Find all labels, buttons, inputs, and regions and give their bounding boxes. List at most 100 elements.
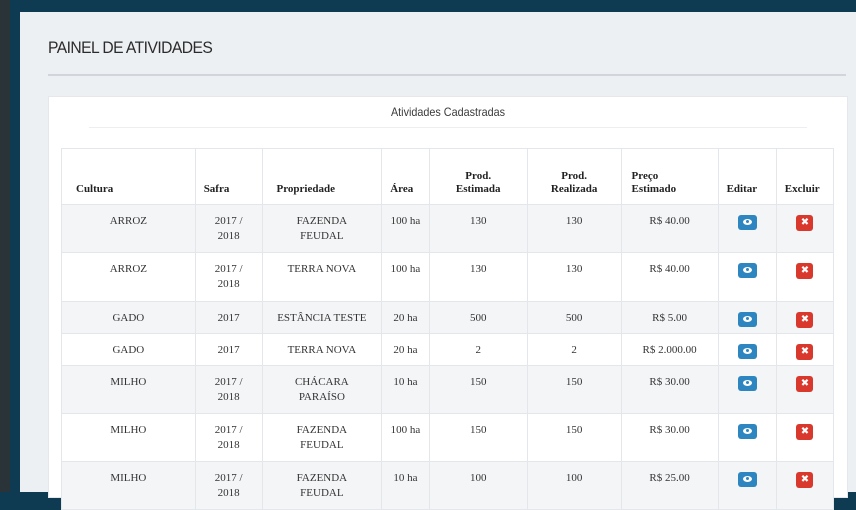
edit-button[interactable] — [737, 472, 757, 487]
cell-cultura: GADO — [61, 301, 196, 334]
column-header-cultura: Cultura — [61, 148, 196, 205]
cell-preco: R$ 25.00 — [620, 461, 719, 510]
cell-editar — [717, 301, 777, 334]
cell-area: 10 ha — [381, 365, 430, 414]
close-icon: ✖ — [800, 474, 810, 485]
delete-button[interactable]: ✖ — [796, 263, 814, 279]
edit-button[interactable] — [737, 215, 757, 230]
eye-icon — [742, 316, 752, 322]
column-header-excluir: Excluir — [775, 148, 835, 205]
activities-panel: Atividades Cadastradas Cultura Safra Pro… — [48, 96, 848, 510]
delete-button[interactable]: ✖ — [796, 312, 814, 328]
cell-area: 10 ha — [381, 461, 430, 510]
table-row: GADO 2017 ESTÂNCIA TESTE 20 ha 500 500 R… — [61, 301, 835, 334]
close-icon: ✖ — [800, 378, 810, 389]
cell-excluir: ✖ — [775, 413, 835, 462]
edit-button[interactable] — [737, 263, 757, 278]
close-icon: ✖ — [800, 217, 810, 228]
column-header-editar: Editar — [717, 148, 777, 205]
cell-cultura: ARROZ — [61, 204, 196, 253]
cell-safra: 2017 /2018 — [194, 252, 263, 302]
cell-preco: R$ 40.00 — [620, 204, 719, 253]
delete-button[interactable]: ✖ — [796, 215, 814, 231]
eye-icon — [742, 219, 752, 225]
column-header-propriedade: Propriedade — [261, 148, 383, 205]
cell-safra: 2017 /2018 — [194, 461, 263, 510]
cell-area: 100 ha — [381, 413, 430, 462]
cell-area: 20 ha — [381, 333, 430, 366]
eye-icon — [742, 267, 752, 273]
cell-prod-estimada: 150 — [428, 365, 528, 414]
cell-prod-estimada: 150 — [428, 413, 528, 462]
cell-area: 100 ha — [381, 204, 430, 253]
cell-safra: 2017 — [194, 333, 263, 366]
cell-safra: 2017 /2018 — [194, 204, 263, 253]
table-row: MILHO 2017 /2018 FAZENDA FEUDAL 10 ha 100… — [61, 461, 835, 510]
cell-propriedade: FAZENDA FEUDAL — [261, 413, 383, 462]
edit-button[interactable] — [737, 424, 757, 439]
cell-preco: R$ 30.00 — [620, 365, 719, 414]
cell-area: 100 ha — [381, 252, 430, 302]
cell-editar — [717, 252, 777, 302]
delete-button[interactable]: ✖ — [796, 424, 814, 440]
edit-button[interactable] — [737, 344, 757, 359]
column-header-prod-estimada: Prod. Estimada — [428, 148, 528, 205]
cell-safra: 2017 — [194, 301, 263, 334]
eye-icon — [742, 428, 752, 434]
cell-prod-realizada: 500 — [526, 301, 622, 334]
cell-excluir: ✖ — [775, 333, 835, 366]
cell-cultura: MILHO — [61, 365, 196, 414]
cell-excluir: ✖ — [775, 365, 835, 414]
cell-propriedade: CHÁCARA PARAÍSO — [261, 365, 383, 414]
delete-button[interactable]: ✖ — [796, 472, 814, 488]
close-icon: ✖ — [800, 426, 810, 437]
column-header-area: Área — [381, 148, 430, 205]
column-header-prod-realizada: Prod. Realizada — [526, 148, 622, 205]
cell-area: 20 ha — [381, 301, 430, 334]
cell-prod-realizada: 100 — [526, 461, 622, 510]
cell-excluir: ✖ — [775, 204, 835, 253]
cell-propriedade: FAZENDA FEUDAL — [261, 204, 383, 253]
cell-prod-realizada: 130 — [526, 204, 622, 253]
cell-excluir: ✖ — [775, 252, 835, 302]
edit-button[interactable] — [737, 312, 757, 327]
cell-prod-realizada: 150 — [526, 413, 622, 462]
delete-button[interactable]: ✖ — [796, 376, 814, 392]
cell-prod-estimada: 2 — [428, 333, 528, 366]
close-icon: ✖ — [800, 314, 810, 325]
sidebar-strip — [0, 0, 10, 492]
cell-editar — [717, 365, 777, 414]
table-row: MILHO 2017 /2018 CHÁCARA PARAÍSO 10 ha 15… — [61, 365, 835, 414]
cell-preco: R$ 30.00 — [620, 413, 719, 462]
cell-propriedade: FAZENDA FEUDAL — [261, 461, 383, 510]
table-row: ARROZ 2017 /2018 TERRA NOVA 100 ha 130 1… — [61, 252, 835, 302]
eye-icon — [742, 348, 752, 354]
cell-editar — [717, 413, 777, 462]
cell-prod-estimada: 130 — [428, 204, 528, 253]
edit-button[interactable] — [737, 376, 757, 391]
title-divider — [48, 74, 846, 76]
cell-propriedade: TERRA NOVA — [261, 333, 383, 366]
cell-cultura: GADO — [61, 333, 196, 366]
cell-prod-realizada: 150 — [526, 365, 622, 414]
cell-safra: 2017 /2018 — [194, 365, 263, 414]
cell-preco: R$ 2.000.00 — [620, 333, 719, 366]
cell-prod-realizada: 130 — [526, 252, 622, 302]
eye-icon — [742, 380, 752, 386]
panel-heading: Atividades Cadastradas — [88, 97, 808, 128]
table-header-row: Cultura Safra Propriedade Área Prod. Esti… — [61, 148, 835, 205]
delete-button[interactable]: ✖ — [796, 344, 814, 360]
cell-prod-estimada: 500 — [428, 301, 528, 334]
cell-editar — [717, 461, 777, 510]
main-content: PAINEL DE ATIVIDADES Atividades Cadastra… — [20, 12, 856, 510]
activities-table: Cultura Safra Propriedade Área Prod. Esti… — [61, 148, 835, 510]
cell-propriedade: TERRA NOVA — [261, 252, 383, 302]
cell-safra: 2017 /2018 — [194, 413, 263, 462]
cell-editar — [717, 333, 777, 366]
cell-cultura: ARROZ — [61, 252, 196, 302]
cell-preco: R$ 5.00 — [620, 301, 719, 334]
close-icon: ✖ — [800, 346, 810, 357]
cell-excluir: ✖ — [775, 461, 835, 510]
cell-cultura: MILHO — [61, 461, 196, 510]
cell-excluir: ✖ — [775, 301, 835, 334]
